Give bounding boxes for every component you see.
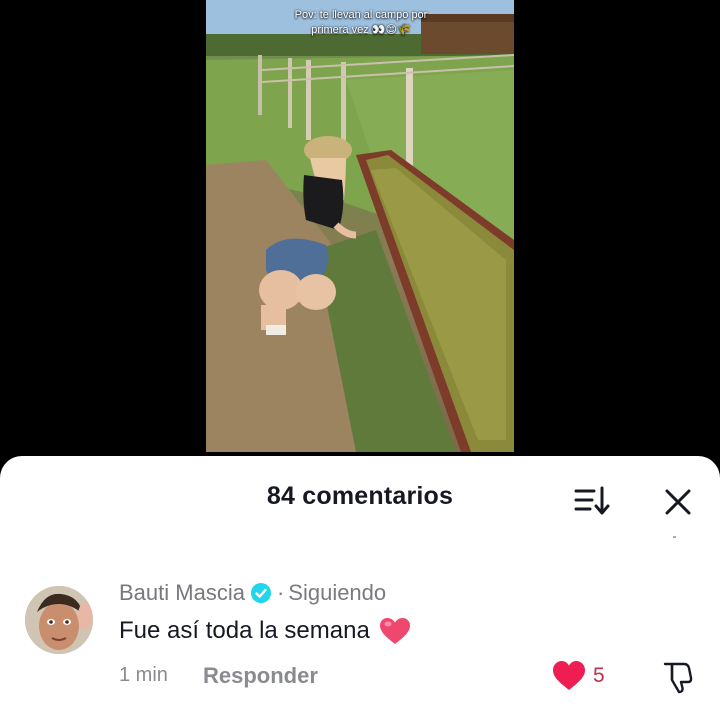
comment-text: Fue así toda la semana (119, 617, 370, 644)
reply-button[interactable]: Responder (203, 663, 318, 689)
like-count: 5 (593, 664, 605, 687)
comment-header: Bauti Mascia · Siguiendo (119, 579, 386, 607)
close-icon (665, 489, 691, 515)
video-player[interactable]: Pov: te llevan al campo por primera vez … (206, 0, 514, 452)
like-button[interactable] (552, 660, 586, 692)
verified-badge-icon (250, 583, 271, 603)
close-button[interactable] (660, 484, 696, 520)
separator-dot: · (276, 580, 285, 605)
caption-line-2: primera vez 👀😊🌾 (311, 24, 411, 36)
follow-status: Siguiendo (288, 580, 387, 605)
video-frame (206, 0, 514, 452)
red-heart-emoji-icon (378, 616, 412, 646)
commenter-name[interactable]: Bauti Mascia (119, 580, 245, 606)
dislike-button[interactable] (662, 660, 694, 694)
comments-sheet: 84 comentarios Bauti Mascia · Siguiendo … (0, 456, 720, 718)
avatar-photo (25, 586, 93, 654)
sort-icon (574, 486, 610, 515)
thumbs-down-icon (663, 662, 693, 694)
sort-button[interactable] (572, 484, 612, 518)
comment-time: 1 min (119, 664, 168, 686)
avatar[interactable] (25, 586, 93, 654)
video-caption: Pov: te llevan al campo por primera vez … (266, 8, 456, 38)
comment-body: Fue así toda la semana (119, 616, 412, 646)
heart-icon (553, 661, 585, 690)
divider-mark (673, 536, 676, 538)
comments-count-title: 84 comentarios (266, 482, 454, 510)
caption-line-1: Pov: te llevan al campo por (294, 9, 428, 21)
